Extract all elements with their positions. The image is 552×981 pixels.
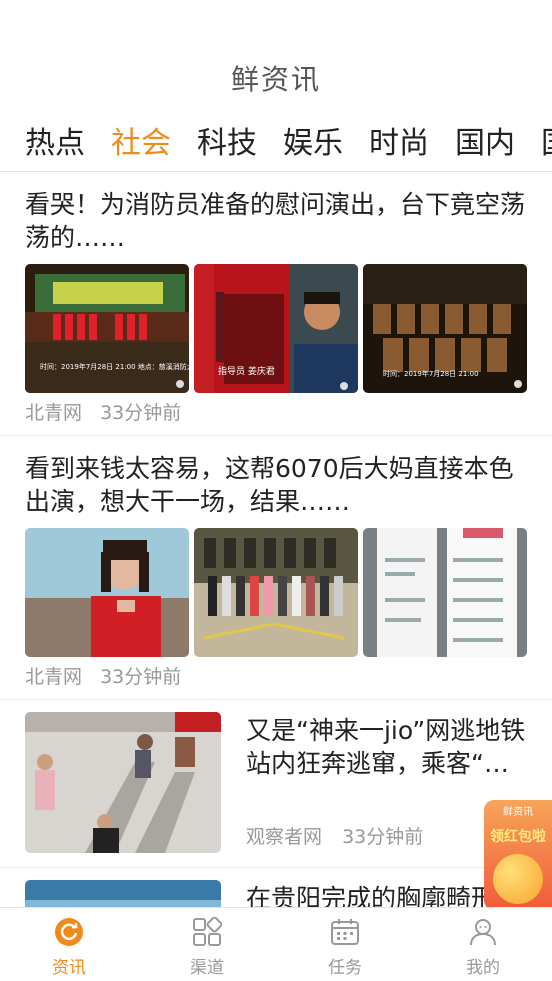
thumbnail-caption: 指导员 姜庆君 bbox=[218, 365, 275, 377]
news-time: 33分钟前 bbox=[100, 666, 182, 688]
news-item[interactable]: 又是“神来一jio”网逃地铁站内狂奔逃窜，乘客“… 观察者网 33分钟前 bbox=[0, 700, 552, 868]
news-source: 观察者网 bbox=[246, 826, 323, 848]
tabbar-label: 任务 bbox=[328, 958, 362, 978]
red-packet-promo[interactable]: 鲜资讯 领红包啦 bbox=[484, 800, 552, 910]
news-source: 北青网 bbox=[25, 402, 83, 424]
app-title: 鲜资讯 bbox=[230, 63, 321, 96]
coin-icon bbox=[493, 854, 543, 904]
promo-brand: 鲜资讯 bbox=[503, 807, 533, 818]
thumbnail-image: 时间：2019年7月28日 21:00 地点：慈溪消防大队 bbox=[25, 264, 189, 393]
thumbnail-caption: 时间：2019年7月28日 21:00 bbox=[383, 369, 479, 378]
tabbar-channels[interactable]: 渠道 bbox=[138, 908, 276, 981]
user-icon bbox=[470, 919, 496, 946]
thumbnail-image bbox=[363, 528, 527, 657]
news-feed: 看哭！为消防员准备的慰问演出，台下竟空荡荡的…… 时间：2019年7月28日 2 bbox=[0, 172, 552, 928]
tabbar-label: 资讯 bbox=[52, 958, 86, 978]
tabbar-label: 渠道 bbox=[190, 958, 224, 978]
thumbnail-row: 时间：2019年7月28日 21:00 地点：慈溪消防大队 指导员 姜庆君 时间… bbox=[25, 264, 527, 393]
news-title: 看哭！为消防员准备的慰问演出，台下竟空荡荡的…… bbox=[25, 190, 526, 252]
thumbnail-row bbox=[25, 528, 527, 657]
news-title: 又是“神来一jio”网逃地铁站内狂奔逃窜，乘客“… bbox=[246, 716, 526, 778]
promo-text: 领红包啦 bbox=[490, 829, 546, 845]
refresh-icon bbox=[55, 918, 83, 946]
news-meta: 北青网 33分钟前 bbox=[25, 398, 193, 425]
news-item[interactable]: 看到来钱太容易，这帮6070后大妈直接本色出演，想大干一场，结果…… 北青网 3… bbox=[0, 436, 552, 700]
category-tabs: 热点 社会 科技 娱乐 时尚 国内 国 bbox=[0, 118, 552, 170]
tab-fashion[interactable]: 时尚 bbox=[344, 118, 430, 170]
news-item[interactable]: 看哭！为消防员准备的慰问演出，台下竟空荡荡的…… 时间：2019年7月28日 2 bbox=[0, 172, 552, 436]
calendar-icon bbox=[331, 919, 359, 945]
tabbar-profile[interactable]: 我的 bbox=[414, 908, 552, 981]
news-meta: 观察者网 33分钟前 bbox=[246, 822, 437, 849]
grid-icon bbox=[193, 917, 222, 946]
tabbar-label: 我的 bbox=[466, 958, 500, 978]
thumbnail-image: 时间：2019年7月28日 21:00 bbox=[363, 264, 527, 393]
app-header: 鲜资讯 bbox=[0, 0, 552, 118]
news-time: 33分钟前 bbox=[100, 402, 182, 424]
news-source: 北青网 bbox=[25, 666, 83, 688]
tab-international[interactable]: 国 bbox=[516, 118, 552, 170]
tab-tech[interactable]: 科技 bbox=[172, 118, 258, 170]
bottom-tab-bar: 资讯 渠道 任务 我的 bbox=[0, 907, 552, 981]
thumbnail-image bbox=[25, 712, 221, 853]
tab-society[interactable]: 社会 bbox=[86, 118, 172, 170]
tab-entertainment[interactable]: 娱乐 bbox=[258, 118, 344, 170]
news-title: 看到来钱太容易，这帮6070后大妈直接本色出演，想大干一场，结果…… bbox=[25, 454, 514, 516]
thumbnail-image bbox=[194, 528, 358, 657]
tabbar-tasks[interactable]: 任务 bbox=[276, 908, 414, 981]
thumbnail-image bbox=[25, 528, 189, 657]
tabbar-news[interactable]: 资讯 bbox=[0, 908, 138, 981]
tab-domestic[interactable]: 国内 bbox=[430, 118, 516, 170]
thumbnail-caption: 时间：2019年7月28日 21:00 地点：慈溪消防大队 bbox=[40, 362, 189, 371]
news-meta: 北青网 33分钟前 bbox=[25, 662, 193, 689]
tab-hot[interactable]: 热点 bbox=[0, 118, 86, 170]
news-time: 33分钟前 bbox=[342, 826, 424, 848]
thumbnail-image: 指导员 姜庆君 bbox=[194, 264, 358, 393]
